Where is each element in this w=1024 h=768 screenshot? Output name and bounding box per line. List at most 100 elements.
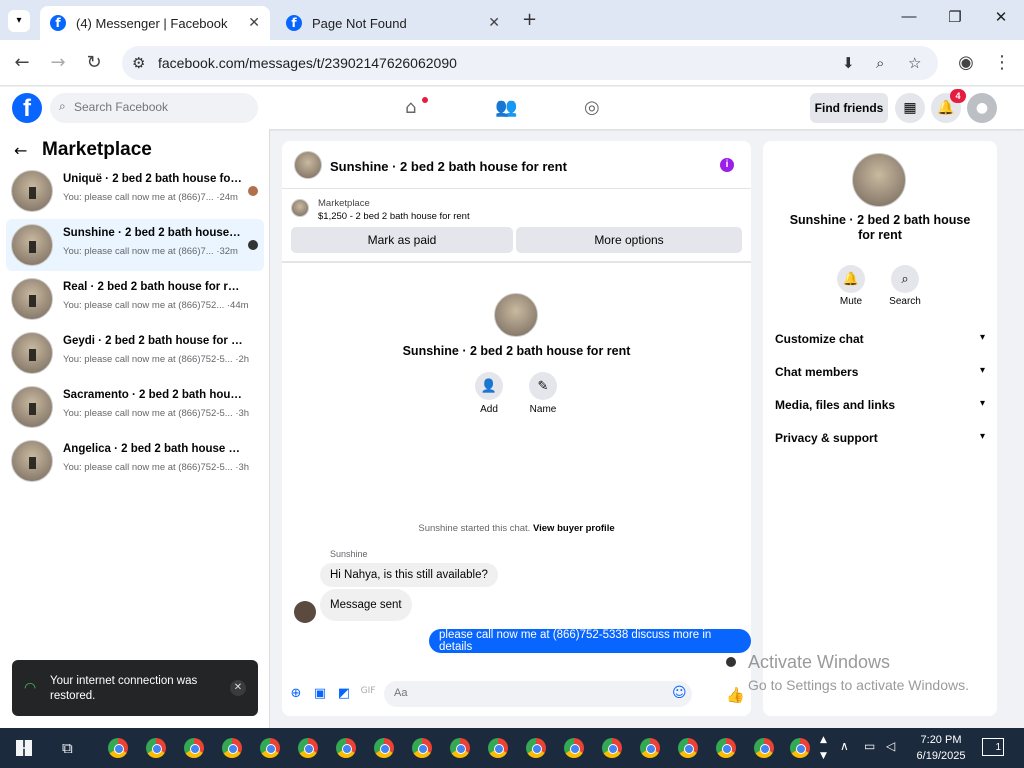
close-toast-icon[interactable]: ✕ xyxy=(230,680,246,696)
chat-avatar[interactable] xyxy=(294,151,322,179)
conversation-item[interactable]: Uniquë · 2 bed 2 bath house for rent You… xyxy=(6,165,264,217)
chat-title[interactable]: Sunshine · 2 bed 2 bath house for rent xyxy=(330,159,567,174)
incoming-message[interactable]: Hi Nahya, is this still available? xyxy=(320,563,498,587)
chrome-app-icon[interactable] xyxy=(716,738,736,758)
zoom-icon[interactable]: ⌕ xyxy=(876,54,884,72)
more-actions-plus-icon[interactable]: ⊕ xyxy=(288,686,304,702)
privacy-support-section[interactable]: Privacy & support ▾ xyxy=(775,431,985,445)
listing-thumbnail[interactable] xyxy=(291,199,309,217)
menu-grid-icon[interactable]: ▦ xyxy=(895,93,925,123)
message-composer[interactable]: ☺ xyxy=(384,681,692,707)
windows-start-icon[interactable] xyxy=(16,740,32,756)
edit-name-icon[interactable]: ✎ xyxy=(529,372,557,400)
taskbar-scroll-icon[interactable]: ▲ ▼ xyxy=(820,732,827,764)
tray-chevron-icon[interactable]: ∧ xyxy=(840,739,849,753)
maximize-icon[interactable]: ❐ xyxy=(940,8,970,32)
action-center-icon[interactable]: 1 xyxy=(982,738,1004,756)
new-tab-icon[interactable]: + xyxy=(522,9,537,30)
conversation-item[interactable]: Angelica · 2 bed 2 bath house for rent Y… xyxy=(6,435,264,487)
chrome-app-icon[interactable] xyxy=(222,738,242,758)
section-label: Media, files and links xyxy=(775,398,896,412)
search-input[interactable] xyxy=(74,100,244,114)
minimize-icon[interactable]: — xyxy=(894,8,924,32)
customize-chat-section[interactable]: Customize chat ▾ xyxy=(775,332,985,346)
add-person-icon[interactable]: 👤 xyxy=(475,372,503,400)
menu-dots-icon[interactable]: ⋮ xyxy=(990,52,1014,73)
chrome-app-icon[interactable] xyxy=(412,738,432,758)
emoji-icon[interactable]: ☺ xyxy=(672,685,687,701)
omnibox[interactable]: ⚙ facebook.com/messages/t/23902147626062… xyxy=(122,46,938,80)
conversation-item[interactable]: Geydi · 2 bed 2 bath house for rent You:… xyxy=(6,327,264,379)
chrome-app-icon[interactable] xyxy=(754,738,774,758)
chrome-app-icon[interactable] xyxy=(488,738,508,758)
reload-icon[interactable]: ↻ xyxy=(82,52,106,73)
message-input[interactable] xyxy=(394,687,674,699)
tab-page-not-found[interactable]: f Page Not Found ✕ xyxy=(276,6,510,40)
volume-icon[interactable]: ◁ xyxy=(886,739,895,753)
install-app-icon[interactable]: ⬇ xyxy=(842,54,855,72)
search-icon[interactable]: ⌕ xyxy=(891,265,919,293)
chrome-app-icon[interactable] xyxy=(526,738,546,758)
home-icon[interactable]: ⌂ xyxy=(405,97,416,118)
view-buyer-profile-link[interactable]: View buyer profile xyxy=(533,523,615,534)
system-clock[interactable]: 7:20 PM 6/19/2025 xyxy=(906,732,976,764)
conversation-preview: You: please call now me at (866)752-5...… xyxy=(63,354,250,365)
outgoing-message[interactable]: please call now me at (866)752-5338 disc… xyxy=(429,629,751,653)
chat-panel: Sunshine · 2 bed 2 bath house for rent i… xyxy=(282,141,751,716)
bookmark-star-icon[interactable]: ☆ xyxy=(908,54,921,72)
conversation-item[interactable]: Real · 2 bed 2 bath house for rent You: … xyxy=(6,273,264,325)
close-tab-icon[interactable]: ✕ xyxy=(488,14,500,31)
chrome-app-icon[interactable] xyxy=(184,738,204,758)
gif-icon[interactable]: GIF xyxy=(360,686,376,702)
chrome-app-icon[interactable] xyxy=(108,738,128,758)
find-friends-button[interactable]: Find friends xyxy=(810,93,888,123)
listing-avatar xyxy=(11,440,53,482)
chrome-app-icon[interactable] xyxy=(678,738,698,758)
info-icon[interactable]: i xyxy=(720,158,734,172)
info-avatar[interactable] xyxy=(852,153,906,207)
profile-icon[interactable]: ◉ xyxy=(954,52,978,73)
window-close-icon[interactable]: ✕ xyxy=(986,8,1016,32)
chrome-app-icon[interactable] xyxy=(374,738,394,758)
conversation-preview: You: please call now me at (866)7... ·24… xyxy=(63,192,238,203)
conversation-item-selected[interactable]: Sunshine · 2 bed 2 bath house for rent Y… xyxy=(6,219,264,271)
sticker-icon[interactable]: ◩ xyxy=(336,686,352,702)
conversation-item[interactable]: Sacramento · 2 bed 2 bath house for rent… xyxy=(6,381,264,433)
notification-count: 1 xyxy=(995,742,1001,753)
forward-icon[interactable]: → xyxy=(46,52,70,73)
task-view-icon[interactable]: ⧉ xyxy=(62,739,73,757)
facebook-logo-icon[interactable]: f xyxy=(12,93,42,123)
conversation-name: Sacramento · 2 bed 2 bath house for rent xyxy=(63,389,243,401)
chrome-app-icon[interactable] xyxy=(640,738,660,758)
chrome-app-icon[interactable] xyxy=(790,738,810,758)
facebook-search[interactable]: ⌕ xyxy=(50,93,258,123)
profile-avatar[interactable] xyxy=(494,293,538,337)
chrome-app-icon[interactable] xyxy=(298,738,318,758)
back-arrow-icon[interactable]: ← xyxy=(14,141,27,160)
mute-bell-icon[interactable]: 🔔 xyxy=(837,265,865,293)
site-settings-icon[interactable]: ⚙ xyxy=(132,54,145,72)
toast-text: Your internet connection was restored. xyxy=(50,675,198,702)
attach-photo-icon[interactable]: ▣ xyxy=(312,686,328,702)
groups-icon[interactable]: ◎ xyxy=(584,97,600,118)
more-options-button[interactable]: More options xyxy=(516,227,742,253)
friends-icon[interactable]: 👥 xyxy=(495,97,517,118)
tab-search-icon[interactable]: ▾ xyxy=(8,10,30,32)
listing-price-title[interactable]: $1,250 - 2 bed 2 bath house for rent xyxy=(318,211,470,222)
chrome-app-icon[interactable] xyxy=(564,738,584,758)
chrome-app-icon[interactable] xyxy=(260,738,280,758)
chrome-app-icon[interactable] xyxy=(450,738,470,758)
account-avatar-icon[interactable]: ● xyxy=(967,93,997,123)
incoming-message[interactable]: Message sent xyxy=(320,589,412,621)
chrome-app-icon[interactable] xyxy=(336,738,356,758)
media-files-links-section[interactable]: Media, files and links ▾ xyxy=(775,398,985,412)
like-thumb-icon[interactable]: 👍 xyxy=(726,686,745,704)
chat-members-section[interactable]: Chat members ▾ xyxy=(775,365,985,379)
mark-as-paid-button[interactable]: Mark as paid xyxy=(291,227,513,253)
meet-now-icon[interactable]: ▭ xyxy=(864,739,875,753)
close-tab-icon[interactable]: ✕ xyxy=(248,14,260,31)
chrome-app-icon[interactable] xyxy=(602,738,622,758)
tab-messenger[interactable]: f (4) Messenger | Facebook ✕ xyxy=(40,6,270,40)
back-icon[interactable]: ← xyxy=(10,52,34,73)
chrome-app-icon[interactable] xyxy=(146,738,166,758)
